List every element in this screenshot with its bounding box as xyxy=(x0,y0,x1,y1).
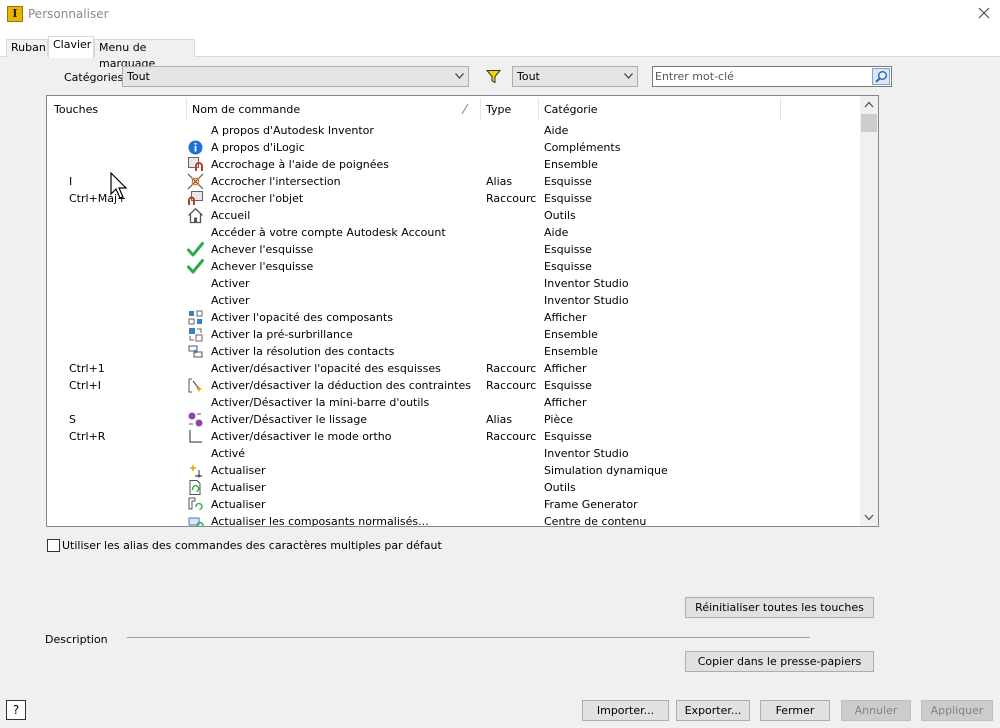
table-row[interactable]: Activer la résolution des contacts Ensem… xyxy=(47,343,859,360)
info-icon xyxy=(188,140,203,155)
table-row[interactable]: Activé Inventor Studio xyxy=(47,445,859,462)
filter-value: Tout xyxy=(517,70,540,83)
tab-strip: Ruban Clavier Menu de marquage xyxy=(0,30,1000,70)
help-icon[interactable]: ? xyxy=(6,700,26,720)
column-header-touches[interactable]: Touches xyxy=(54,103,98,116)
table-row[interactable]: Achever l'esquisse Esquisse xyxy=(47,241,859,258)
tab-clavier[interactable]: Clavier xyxy=(48,36,94,58)
table-row[interactable]: I Accrocher l'intersection Alias Esquiss… xyxy=(47,173,859,190)
search-box xyxy=(652,66,892,87)
table-row[interactable]: Accrochage à l'aide de poignées Ensemble xyxy=(47,156,859,173)
table-row[interactable]: Activer/Désactiver la mini-barre d'outil… xyxy=(47,394,859,411)
chevron-down-icon xyxy=(455,73,464,79)
dynamic-update-icon xyxy=(189,464,202,478)
search-input[interactable] xyxy=(655,68,871,85)
contact-solver-icon xyxy=(188,345,203,358)
table-row[interactable]: Activer Inventor Studio xyxy=(47,275,859,292)
alias-checkbox-label: Utiliser les alias des commandes des car… xyxy=(62,539,442,552)
tab-menu-marquage[interactable]: Menu de marquage xyxy=(94,39,195,70)
description-divider xyxy=(127,637,810,638)
table-row[interactable]: Actualiser les composants normalisés... … xyxy=(47,513,859,526)
table-row[interactable]: Ctrl+R Activer/désactiver le mode ortho … xyxy=(47,428,859,445)
document-update-icon xyxy=(189,480,201,495)
scroll-down-icon[interactable] xyxy=(864,514,874,521)
table-row[interactable]: Activer l'opacité des composants Affiche… xyxy=(47,309,859,326)
table-row[interactable]: Ctrl+I Activer/désactiver la déduction d… xyxy=(47,377,859,394)
close-icon[interactable] xyxy=(976,5,992,21)
copy-clipboard-button[interactable]: Copier dans le presse-papiers xyxy=(685,651,874,672)
chevron-down-icon xyxy=(624,73,633,79)
table-row[interactable]: Activer la pré-surbrillance Ensemble xyxy=(47,326,859,343)
reset-all-keys-button[interactable]: Réinitialiser toutes les touches xyxy=(685,597,874,618)
table-scrollbar[interactable] xyxy=(860,96,878,526)
sort-indicator-icon xyxy=(461,103,469,115)
table-row[interactable]: A propos d'iLogic Compléments xyxy=(47,139,859,156)
import-button[interactable]: Importer... xyxy=(582,700,669,721)
title-bar: I Personnaliser xyxy=(0,0,1000,30)
home-icon xyxy=(188,207,203,224)
tab-ruban[interactable]: Ruban xyxy=(6,39,48,57)
object-snap-icon xyxy=(188,191,203,205)
table-row[interactable]: Actualiser Frame Generator xyxy=(47,496,859,513)
close-button[interactable]: Fermer xyxy=(760,700,830,721)
table-row[interactable]: Ctrl+Maj+ Accrocher l'objet Raccourci Es… xyxy=(47,190,859,207)
column-header-categorie[interactable]: Catégorie xyxy=(544,103,598,116)
filter-dropdown[interactable]: Tout xyxy=(512,66,638,87)
frame-update-icon xyxy=(188,497,203,511)
window-title: Personnaliser xyxy=(28,7,109,21)
scrollbar-thumb[interactable] xyxy=(861,114,877,132)
commands-table[interactable]: Touches Nom de commande Type Catégorie A… xyxy=(46,95,879,527)
table-row[interactable]: Accueil Outils xyxy=(47,207,859,224)
alias-checkbox[interactable] xyxy=(47,539,60,552)
apply-button[interactable]: Appliquer xyxy=(921,700,993,721)
table-row[interactable]: S Activer/Désactiver le lissage Alias Pi… xyxy=(47,411,859,428)
table-body: A propos d'Autodesk Inventor Aide A prop… xyxy=(47,122,859,526)
smoothing-icon xyxy=(188,412,203,427)
table-row[interactable]: Accéder à votre compte Autodesk Account … xyxy=(47,224,859,241)
scroll-up-icon[interactable] xyxy=(864,101,874,108)
table-row[interactable]: Activer Inventor Studio xyxy=(47,292,859,309)
checkmark-icon xyxy=(187,259,204,274)
table-row[interactable]: Actualiser Simulation dynamique xyxy=(47,462,859,479)
inventor-app-icon: I xyxy=(7,6,23,22)
mouse-cursor-icon xyxy=(110,172,128,199)
search-icon xyxy=(875,71,887,83)
column-header-type[interactable]: Type xyxy=(486,103,511,116)
component-opacity-icon xyxy=(188,310,203,325)
ortho-mode-icon xyxy=(189,430,202,443)
checkmark-icon xyxy=(187,242,204,257)
export-button[interactable]: Exporter... xyxy=(676,700,750,721)
categories-label: Catégories: xyxy=(64,71,127,84)
categories-dropdown[interactable]: Tout xyxy=(122,66,469,87)
table-row[interactable]: Ctrl+1 Activer/désactiver l'opacité des … xyxy=(47,360,859,377)
table-row[interactable]: Achever l'esquisse Esquisse xyxy=(47,258,859,275)
description-label: Description xyxy=(45,633,108,646)
grip-snap-icon xyxy=(188,157,203,171)
filter-icon xyxy=(486,70,501,84)
table-row[interactable]: A propos d'Autodesk Inventor Aide xyxy=(47,122,859,139)
constraint-inference-icon xyxy=(188,378,202,393)
column-header-nom[interactable]: Nom de commande xyxy=(192,103,300,116)
cancel-button[interactable]: Annuler xyxy=(841,700,911,721)
standard-parts-update-icon xyxy=(188,517,204,526)
intersection-snap-icon xyxy=(187,173,204,190)
search-button[interactable] xyxy=(872,68,890,85)
categories-value: Tout xyxy=(127,70,150,83)
table-row[interactable]: Actualiser Outils xyxy=(47,479,859,496)
prehighlight-icon xyxy=(189,328,203,342)
table-header: Touches Nom de commande Type Catégorie xyxy=(47,96,859,122)
